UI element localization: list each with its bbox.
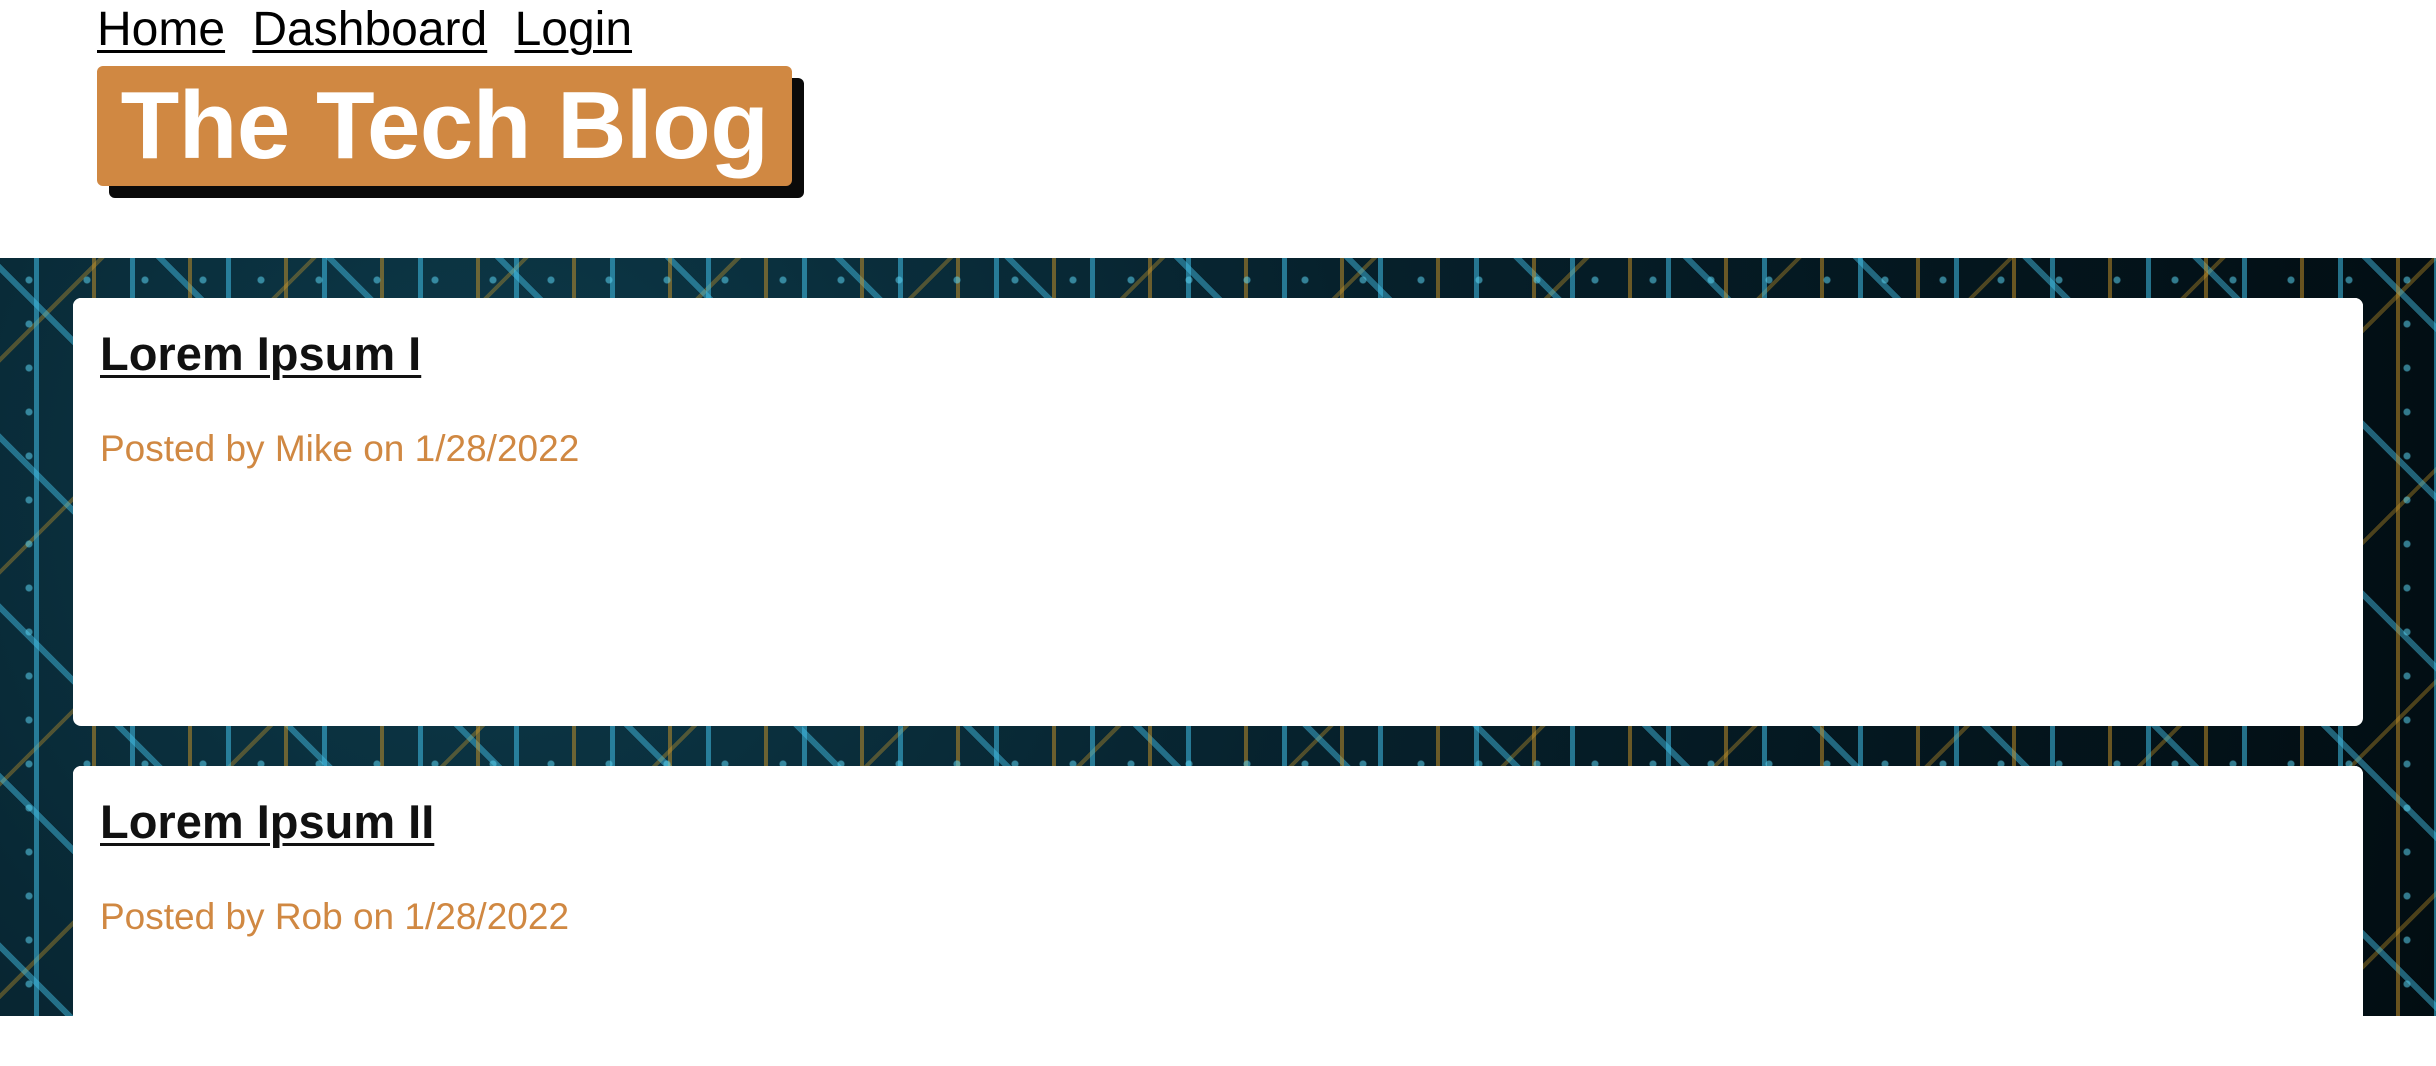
post-card-header: Lorem Ipsum II Posted by Rob on 1/28/202… — [73, 766, 2363, 1010]
post-card-body: Lorem ipsum dolor sit amet, consectetur … — [73, 542, 2363, 722]
post-meta: Posted by Mike on 1/28/2022 — [100, 428, 580, 469]
site-header: Home Dashboard Login The Tech Blog — [0, 0, 2436, 258]
post-card: Lorem Ipsum I Posted by Mike on 1/28/202… — [73, 298, 2363, 726]
post-meta: Posted by Rob on 1/28/2022 — [100, 896, 570, 937]
post-title-link[interactable]: Lorem Ipsum I — [100, 326, 421, 382]
nav-link-dashboard[interactable]: Dashboard — [252, 3, 487, 56]
nav-link-login[interactable]: Login — [515, 3, 632, 56]
post-body-text: Lorem ipsum dolor sit amet, consectetur … — [100, 608, 2007, 647]
post-card-header: Lorem Ipsum I Posted by Mike on 1/28/202… — [73, 298, 2363, 542]
top-nav: Home Dashboard Login — [97, 0, 646, 60]
nav-link-home[interactable]: Home — [97, 3, 225, 56]
post-title-link[interactable]: Lorem Ipsum II — [100, 794, 434, 850]
site-title: The Tech Blog — [97, 66, 792, 186]
post-card: Lorem Ipsum II Posted by Rob on 1/28/202… — [73, 766, 2363, 1066]
